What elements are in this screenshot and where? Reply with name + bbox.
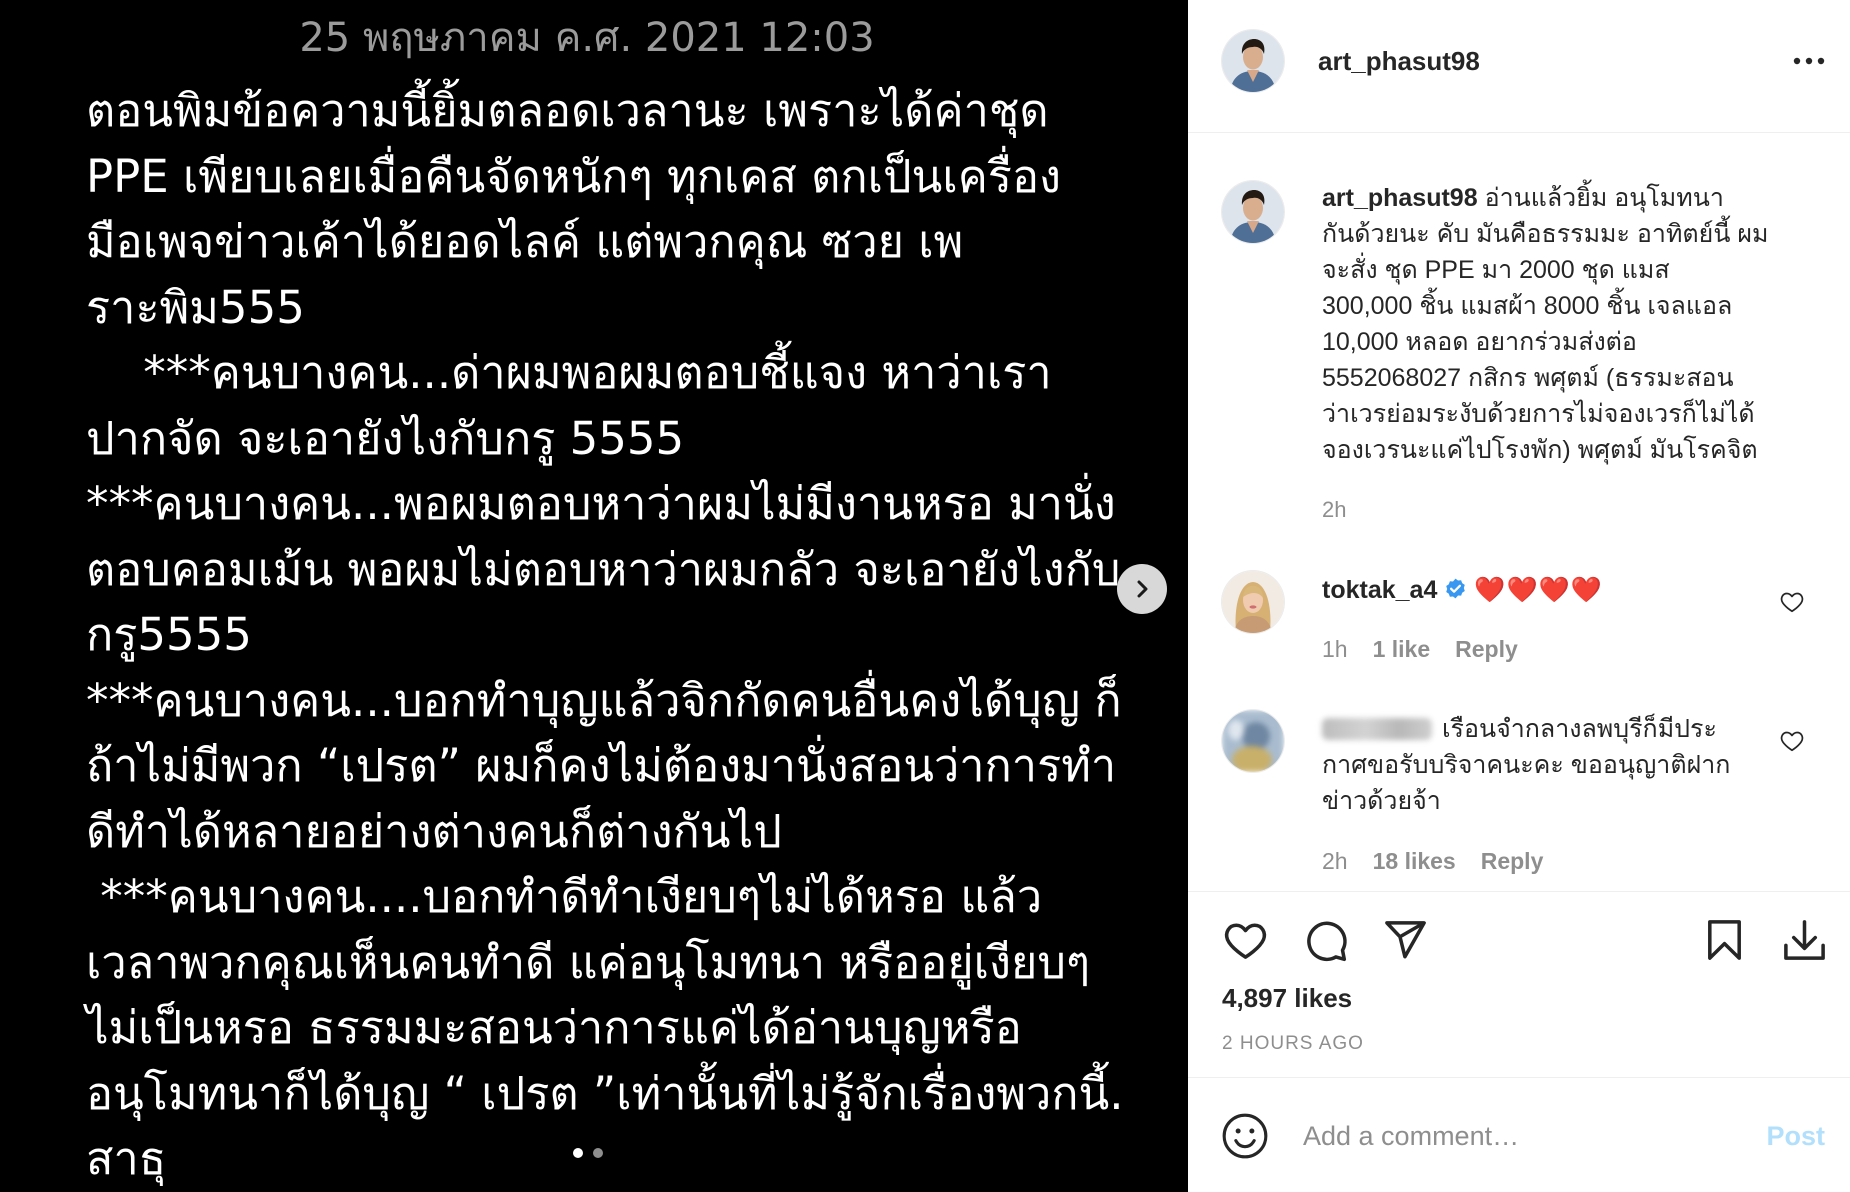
post-image-line: ตอบคอมเม้น พอผมไม่ตอบหาว่าผมกลัว จะเอายั…: [86, 542, 1121, 596]
post-image-line: ***คนบางคน...พอผมตอบหาว่าผมไม่มีงานหรอ ม…: [86, 477, 1116, 530]
post-comment-button[interactable]: Post: [1766, 1116, 1825, 1156]
post-sidebar: art_phasut98 art_phasut98 อ่านแล้วยิ้ม อ…: [1188, 0, 1850, 1192]
comment-like-button[interactable]: [1779, 589, 1805, 615]
smiley-icon: [1222, 1113, 1268, 1159]
carousel-indicator: [573, 1148, 603, 1158]
commenter-avatar[interactable]: [1222, 710, 1284, 772]
comment-meta: 2h 18 likes Reply: [1322, 843, 1543, 879]
more-options-button[interactable]: [1788, 49, 1830, 73]
reply-button[interactable]: Reply: [1455, 631, 1518, 667]
bookmark-icon: [1708, 920, 1741, 960]
post-image-line: ดีทำได้หลายอย่างต่างคนก็ต่างกันไป: [86, 804, 782, 858]
caption: art_phasut98 อ่านแล้วยิ้ม อนุโมทนา กันด้…: [1322, 180, 1768, 468]
author-avatar[interactable]: [1222, 30, 1284, 92]
post-image-line: ถ้าไม่มีพวก “เปรต” ผมก็คงไม่ต้องมานั่งสอ…: [86, 739, 1117, 792]
likes-count[interactable]: 4,897 likes: [1222, 980, 1352, 1016]
comment-line: กาศขอรับบริจาคนะคะ ขออนุญาติฝาก: [1322, 751, 1731, 779]
caption-line: จะสั่ง ชุด PPE มา 2000 ชุด แมส: [1322, 256, 1670, 284]
post-image-date: 25 พฤษภาคม ค.ศ. 2021 12:03: [299, 15, 875, 61]
comment-bubble-icon: [1307, 921, 1347, 962]
comment-likes[interactable]: 1 like: [1373, 631, 1431, 667]
caption-text: อ่านแล้วยิ้ม อนุโมทนา: [1484, 184, 1724, 212]
download-button[interactable]: [1781, 917, 1828, 964]
download-icon: [1784, 920, 1825, 960]
post-image-line: PPE เพียบเลยเมื่อคืนจัดหนักๆ ทุกเคส ตกเป…: [86, 149, 1061, 203]
comment-like-button[interactable]: [1779, 728, 1805, 754]
post-timestamp[interactable]: 2 HOURS AGO: [1222, 1031, 1364, 1057]
caption-line: จองเวรนะแค่ไปโรงพัก) พศุตม์ มันโรคจิต: [1322, 436, 1758, 464]
comment-meta: 1h 1 like Reply: [1322, 631, 1518, 667]
header-divider: [1188, 132, 1850, 133]
caption-line: art_phasut98 อ่านแล้วยิ้ม อนุโมทนา: [1322, 180, 1768, 216]
more-horizontal-icon: [1793, 57, 1825, 65]
comment-line: toktak_a4 ❤️❤️❤️❤️: [1322, 572, 1603, 608]
verified-badge-icon: [1446, 578, 1466, 599]
comment-username[interactable]: toktak_a4: [1322, 576, 1437, 604]
post-image-line: เวลาพวกคุณเห็นคนทำดี แค่อนุโมทนา หรืออยู…: [86, 935, 1091, 989]
post-image-line: ***คนบางคน....บอกทำดีทำเงียบๆไม่ได้หรอ แ…: [86, 870, 1043, 923]
comment-time[interactable]: 2h: [1322, 843, 1348, 879]
add-comment-input[interactable]: [1303, 1114, 1743, 1158]
chevron-right-icon: [1137, 580, 1148, 598]
commenter-avatar[interactable]: [1222, 571, 1284, 633]
comment: เรือนจำกลางลพบุรีก็มีประ กาศขอรับบริจาคน…: [1322, 711, 1730, 819]
caption-line: กันด้วยนะ คับ มันคือธรรมมะ อาทิตย์นี้ ผม: [1322, 220, 1769, 248]
paper-plane-icon: [1385, 921, 1426, 959]
heart-outline-icon: [1224, 923, 1267, 959]
comment-text: ❤️❤️❤️❤️: [1474, 576, 1603, 604]
caption-line: ว่าเวรย่อมระงับด้วยการไม่จองเวรก็ไม่ได้: [1322, 400, 1755, 428]
caption-line: 10,000 หลอด อยากร่วมส่งต่อ: [1322, 328, 1637, 356]
comment-line: เรือนจำกลางลพบุรีก็มีประ: [1322, 711, 1730, 747]
caption-username[interactable]: art_phasut98: [1322, 184, 1478, 212]
profile-avatar-icon: [1222, 30, 1284, 92]
comment-likes[interactable]: 18 likes: [1373, 843, 1456, 879]
comment-line: ข่าวด้วยจ้า: [1322, 787, 1441, 815]
carousel-dot: [573, 1148, 583, 1158]
carousel-next-button[interactable]: [1117, 564, 1167, 614]
profile-avatar-icon: [1222, 181, 1284, 243]
caption-line: 5552068027 กสิกร พศุตม์ (ธรรมะสอน: [1322, 364, 1734, 392]
post-image-line: ราะพิม555: [86, 280, 305, 334]
comment-text: เรือนจำกลางลพบุรีก็มีประ: [1442, 715, 1717, 743]
emoji-button[interactable]: [1220, 1111, 1270, 1161]
comment-button[interactable]: [1302, 917, 1349, 964]
comment-time[interactable]: 1h: [1322, 631, 1348, 667]
post-image-text: ตอนพิมข้อความนี้ยิ้มตลอดเวลานะ เพราะได้ค…: [86, 78, 1176, 1192]
post-image-line: ***คนบางคน...บอกทำบุญแล้วจิกกัดคนอื่นคงไ…: [86, 673, 1122, 727]
post-image-line: ปากจัด จะเอายังไงกับกรู 5555: [86, 411, 685, 465]
post-image-line: ไม่เป็นหรอ ธรรมมะสอนว่าการแค่ได้อ่านบุญห…: [86, 1001, 1022, 1054]
carousel-dot: [593, 1148, 603, 1158]
post-image-line: ***คนบางคน...ด่าผมพอผมตอบชี้แจง หาว่าเรา: [86, 346, 1052, 399]
heart-outline-icon: [1780, 592, 1804, 613]
author-username[interactable]: art_phasut98: [1318, 43, 1480, 79]
caption-avatar[interactable]: [1222, 181, 1284, 243]
comment-box-divider: [1188, 1077, 1850, 1078]
heart-outline-icon: [1780, 731, 1804, 752]
post-image[interactable]: 25 พฤษภาคม ค.ศ. 2021 12:03 ตอนพิมข้อความ…: [0, 0, 1188, 1192]
commenter-avatar-icon: [1222, 571, 1284, 633]
commenter-avatar-icon: [1222, 710, 1284, 772]
post-image-line: กรู5555: [86, 608, 252, 661]
like-button[interactable]: [1222, 917, 1269, 964]
caption-line: 300,000 ชิ้น แมสผ้า 8000 ชิ้น เจลแอล: [1322, 292, 1733, 320]
comment: toktak_a4 ❤️❤️❤️❤️: [1322, 572, 1603, 608]
comment-username-blurred[interactable]: [1322, 718, 1432, 740]
reply-button[interactable]: Reply: [1481, 843, 1544, 879]
post-image-line: มือเพจข่าวเค้าได้ยอดไลค์ แต่พวกคุณ ซวย เ…: [86, 215, 964, 268]
post-image-line: สาธุ: [86, 1132, 167, 1185]
caption-time[interactable]: 2h: [1322, 492, 1346, 528]
save-button[interactable]: [1701, 917, 1748, 964]
actions-divider: [1188, 891, 1850, 892]
post-image-line: ตอนพิมข้อความนี้ยิ้มตลอดเวลานะ เพราะได้ค…: [86, 84, 1049, 137]
post-image-line: อนุโมทนาก็ได้บุญ “ เปรต ”เท่านั้นที่ไม่ร…: [86, 1066, 1124, 1120]
share-button[interactable]: [1382, 917, 1429, 964]
